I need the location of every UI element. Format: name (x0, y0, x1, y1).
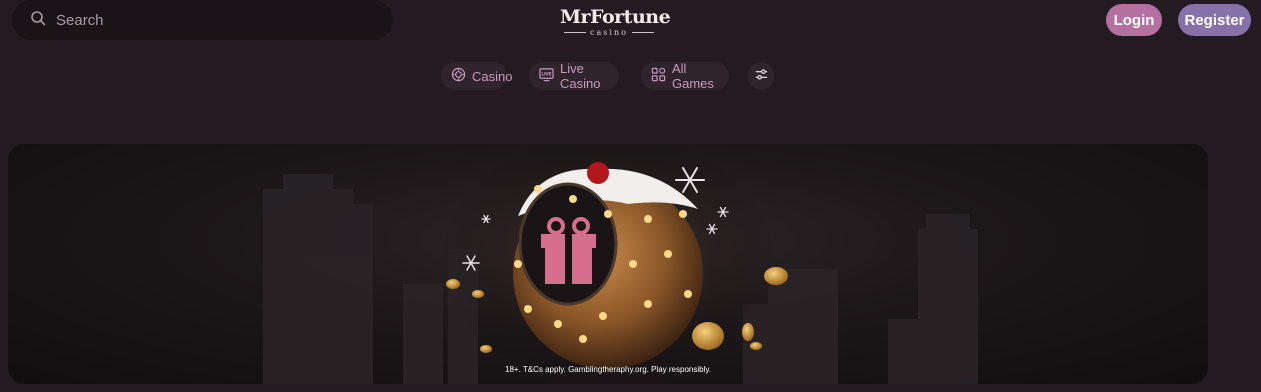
category-nav: Casino LIVE Live Casino All Games (0, 61, 1261, 91)
banner-artwork (263, 144, 978, 384)
nav-item-live-casino[interactable]: LIVE Live Casino (529, 61, 619, 91)
search-bar[interactable] (12, 0, 393, 40)
nav-label-casino: Casino (472, 68, 513, 84)
logo-sub: casino (560, 28, 658, 37)
nav-item-all-games[interactable]: All Games (641, 61, 729, 91)
nav-item-casino[interactable]: Casino (441, 62, 512, 90)
login-button[interactable]: Login (1106, 4, 1162, 36)
logo-main: MrFortune (560, 6, 671, 28)
search-input[interactable] (56, 11, 356, 29)
search-icon (30, 10, 46, 31)
filter-button[interactable] (748, 62, 774, 90)
live-tv-icon: LIVE (539, 67, 554, 85)
skyline-right (743, 214, 978, 384)
grid-icon (651, 67, 666, 85)
site-logo[interactable]: MrFortune casino (560, 6, 671, 38)
svg-text:LIVE: LIVE (541, 72, 551, 77)
nav-label-live-casino: Live Casino (560, 61, 601, 91)
filter-sliders-icon (754, 67, 769, 85)
responsible-gambling-disclaimer: 18+. T&Cs apply. Gamblingtheraphy.org. P… (505, 365, 711, 374)
promo-banner[interactable]: 18+. T&Cs apply. Gamblingtheraphy.org. P… (8, 144, 1208, 384)
casino-chip-icon (451, 67, 466, 85)
nav-label-all-games: All Games (672, 61, 714, 91)
register-button[interactable]: Register (1178, 4, 1251, 36)
